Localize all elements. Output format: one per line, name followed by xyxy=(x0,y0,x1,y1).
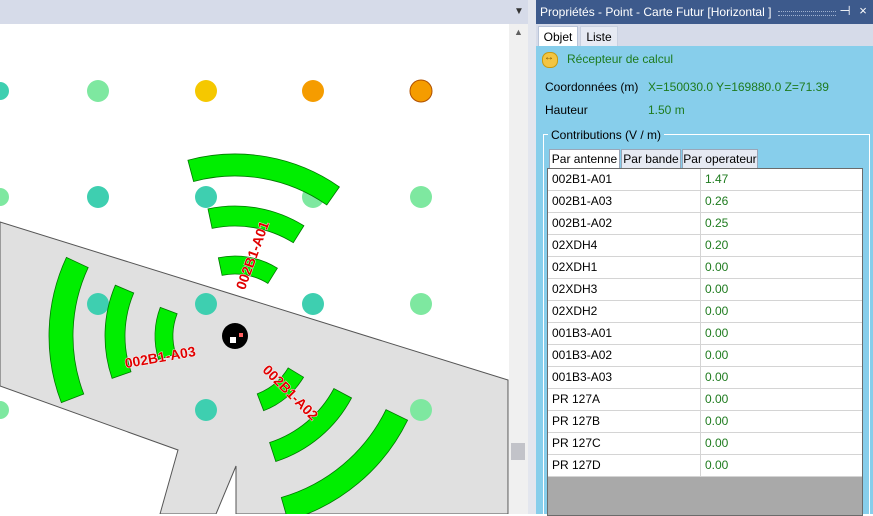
field-value-cell: 0.00 xyxy=(701,323,862,345)
field-value-cell: 0.20 xyxy=(701,235,862,257)
antenna-name-cell: 02XDH4 xyxy=(548,235,701,257)
field-value-cell: 0.00 xyxy=(701,257,862,279)
field-value-cell: 1.47 xyxy=(701,169,862,191)
height-value: 1.50 m xyxy=(648,103,685,117)
antenna-name-cell: PR 127A xyxy=(548,389,701,411)
field-value-cell: 0.25 xyxy=(701,213,862,235)
pin-icon[interactable]: ⊣ xyxy=(838,3,852,21)
vertical-scrollbar[interactable]: ▲ xyxy=(509,24,528,514)
object-type-label: Récepteur de calcul xyxy=(567,52,674,66)
measurement-point-selected[interactable] xyxy=(409,79,433,103)
antenna-name-cell: 001B3-A01 xyxy=(548,323,701,345)
table-row[interactable]: PR 127C 0.00 xyxy=(548,433,862,455)
table-row[interactable]: PR 127D 0.00 xyxy=(548,455,862,477)
field-value-cell: 0.00 xyxy=(701,389,862,411)
antenna-name-cell: 02XDH1 xyxy=(548,257,701,279)
antenna-name-cell: 02XDH2 xyxy=(548,301,701,323)
measurement-point[interactable] xyxy=(195,399,217,421)
tab-liste[interactable]: Liste xyxy=(580,26,618,47)
antenna-name-cell: 002B1-A02 xyxy=(548,213,701,235)
subtab-par-bande[interactable]: Par bande xyxy=(621,149,681,169)
field-value-cell: 0.00 xyxy=(701,345,862,367)
antenna-name-cell: 002B1-A01 xyxy=(548,169,701,191)
antenna-name-cell: PR 127B xyxy=(548,411,701,433)
scrollbar-thumb[interactable] xyxy=(511,443,525,460)
measurement-point[interactable] xyxy=(410,186,432,208)
contributions-legend: Contributions (V / m) xyxy=(548,128,665,142)
measurement-point[interactable] xyxy=(195,80,217,102)
scroll-up-icon[interactable]: ▲ xyxy=(509,24,528,41)
tab-strip: Objet Liste xyxy=(536,24,873,47)
map-canvas[interactable]: 002B1-A01 002B1-A03 002B1-A02 xyxy=(0,0,528,514)
map-view[interactable]: 002B1-A01 002B1-A03 002B1-A02 ▼ ▲ xyxy=(0,0,528,514)
table-row[interactable]: 001B3-A03 0.00 xyxy=(548,367,862,389)
object-type-row: ↔ Récepteur de calcul xyxy=(536,46,873,72)
measurement-point[interactable] xyxy=(195,293,217,315)
antenna-name-cell: PR 127D xyxy=(548,455,701,477)
table-row[interactable]: 002B1-A02 0.25 xyxy=(548,213,862,235)
map-view-header xyxy=(0,0,528,24)
table-row[interactable]: 02XDH1 0.00 xyxy=(548,257,862,279)
height-label: Hauteur xyxy=(545,103,588,117)
antenna-name-cell: 001B3-A03 xyxy=(548,367,701,389)
antenna-name-cell: PR 127C xyxy=(548,433,701,455)
coordinates-value: X=150030.0 Y=169880.0 Z=71.39 xyxy=(648,80,829,94)
gripper[interactable] xyxy=(778,11,836,16)
measurement-point[interactable] xyxy=(302,293,324,315)
field-value-cell: 0.00 xyxy=(701,411,862,433)
field-value-cell: 0.00 xyxy=(701,301,862,323)
measurement-point[interactable] xyxy=(0,188,9,206)
table-row[interactable]: 02XDH3 0.00 xyxy=(548,279,862,301)
panel-title: Propriétés - Point - Carte Futur [Horizo… xyxy=(540,5,772,19)
table-row[interactable]: 001B3-A01 0.00 xyxy=(548,323,862,345)
chevron-down-icon[interactable]: ▼ xyxy=(511,2,527,20)
antenna-name-cell: 001B3-A02 xyxy=(548,345,701,367)
subtab-par-operateur[interactable]: Par operateur xyxy=(682,149,758,169)
measurement-point[interactable] xyxy=(87,186,109,208)
measurement-point[interactable] xyxy=(0,401,9,419)
table-row[interactable]: 02XDH4 0.20 xyxy=(548,235,862,257)
coordinates-label: Coordonnées (m) xyxy=(545,80,639,94)
measurement-point[interactable] xyxy=(195,186,217,208)
panel-splitter[interactable] xyxy=(528,0,536,514)
measurement-point[interactable] xyxy=(302,80,324,102)
properties-titlebar[interactable]: Propriétés - Point - Carte Futur [Horizo… xyxy=(536,0,873,24)
table-row[interactable]: 02XDH2 0.00 xyxy=(548,301,862,323)
receiver-icon: ↔ xyxy=(542,52,558,68)
table-row[interactable]: PR 127B 0.00 xyxy=(548,411,862,433)
tab-objet[interactable]: Objet xyxy=(538,26,578,47)
subtab-par-antenne[interactable]: Par antenne xyxy=(549,149,620,169)
antenna-site-icon[interactable] xyxy=(222,323,248,349)
field-value-cell: 0.00 xyxy=(701,433,862,455)
table-row[interactable]: PR 127A 0.00 xyxy=(548,389,862,411)
table-row[interactable]: 002B1-A01 1.47 xyxy=(548,169,862,191)
contributions-table[interactable]: 002B1-A01 1.47 002B1-A03 0.26 002B1-A02 0.25 0… xyxy=(547,168,863,516)
properties-panel: Propriétés - Point - Carte Futur [Horizo… xyxy=(536,0,873,516)
object-properties: ↔ Récepteur de calcul Coordonnées (m) X=… xyxy=(536,46,873,516)
field-value-cell: 0.00 xyxy=(701,455,862,477)
field-value-cell: 0.00 xyxy=(701,279,862,301)
antenna-name-cell: 02XDH3 xyxy=(548,279,701,301)
close-icon[interactable]: × xyxy=(856,3,870,21)
measurement-point[interactable] xyxy=(87,80,109,102)
antenna-name-cell: 002B1-A03 xyxy=(548,191,701,213)
measurement-point[interactable] xyxy=(0,82,9,100)
field-value-cell: 0.26 xyxy=(701,191,862,213)
measurement-point[interactable] xyxy=(410,293,432,315)
measurement-point[interactable] xyxy=(410,399,432,421)
measurement-point[interactable] xyxy=(87,293,109,315)
table-row[interactable]: 002B1-A03 0.26 xyxy=(548,191,862,213)
field-value-cell: 0.00 xyxy=(701,367,862,389)
table-row[interactable]: 001B3-A02 0.00 xyxy=(548,345,862,367)
